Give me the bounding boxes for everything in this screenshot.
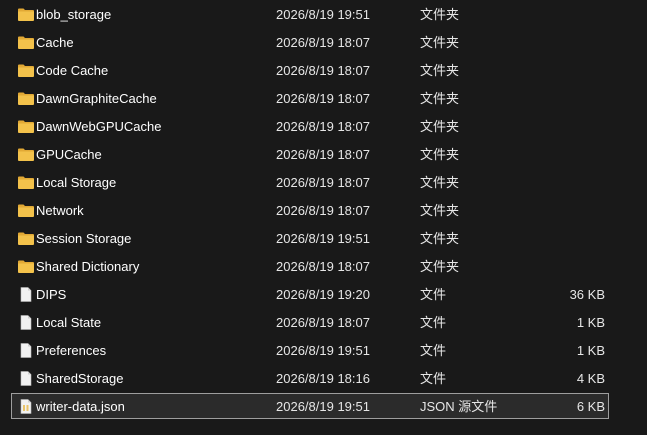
folder-icon [17, 203, 35, 218]
file-row[interactable]: Network 2026/8/19 18:07 文件夹 [11, 197, 609, 223]
file-name: Cache [36, 35, 74, 50]
file-name: GPUCache [36, 147, 102, 162]
file-modified-date: 2026/8/19 18:07 [276, 259, 370, 274]
file-icon [17, 371, 35, 386]
file-icon [17, 315, 35, 330]
file-type: 文件 [420, 343, 447, 358]
file-modified-date: 2026/8/19 18:07 [276, 63, 370, 78]
folder-icon [17, 231, 35, 246]
file-modified-date: 2026/8/19 19:51 [276, 231, 370, 246]
file-type: 文件 [420, 287, 447, 302]
file-modified-date: 2026/8/19 18:07 [276, 203, 370, 218]
file-type: 文件夹 [420, 119, 460, 134]
file-modified-date: 2026/8/19 19:51 [276, 7, 370, 22]
file-row[interactable]: Code Cache 2026/8/19 18:07 文件夹 [11, 57, 609, 83]
json-file-icon [17, 399, 35, 414]
file-modified-date: 2026/8/19 18:07 [276, 119, 370, 134]
folder-icon [17, 175, 35, 190]
folder-icon [17, 35, 35, 50]
file-size: 36 KB [569, 287, 605, 302]
file-name: DawnWebGPUCache [36, 119, 162, 134]
file-type: 文件夹 [420, 7, 460, 22]
folder-icon [17, 7, 35, 22]
file-row[interactable]: Preferences 2026/8/19 19:51 文件 1 KB [11, 337, 609, 363]
folder-icon [17, 63, 35, 78]
file-modified-date: 2026/8/19 18:07 [276, 175, 370, 190]
file-name: Preferences [36, 343, 107, 358]
file-modified-date: 2026/8/19 18:07 [276, 315, 370, 330]
file-name: Shared Dictionary [36, 259, 140, 274]
file-modified-date: 2026/8/19 19:51 [276, 343, 370, 358]
file-type: 文件夹 [420, 203, 460, 218]
file-size: 1 KB [576, 315, 605, 330]
folder-icon [17, 91, 35, 106]
file-icon [17, 287, 35, 302]
file-row[interactable]: GPUCache 2026/8/19 18:07 文件夹 [11, 141, 609, 167]
file-name: writer-data.json [36, 399, 125, 414]
file-name: DawnGraphiteCache [36, 91, 157, 106]
file-name: Network [36, 203, 84, 218]
file-type: 文件夹 [420, 175, 460, 190]
file-modified-date: 2026/8/19 18:16 [276, 371, 370, 386]
file-type: JSON 源文件 [420, 399, 498, 414]
file-row[interactable]: DawnGraphiteCache 2026/8/19 18:07 文件夹 [11, 85, 609, 111]
file-name: Code Cache [36, 63, 109, 78]
file-name: SharedStorage [36, 371, 124, 386]
file-row[interactable]: DIPS 2026/8/19 19:20 文件 36 KB [11, 281, 609, 307]
file-name: Local State [36, 315, 102, 330]
file-row[interactable]: Local State 2026/8/19 18:07 文件 1 KB [11, 309, 609, 335]
file-row[interactable]: SharedStorage 2026/8/19 18:16 文件 4 KB [11, 365, 609, 391]
file-type: 文件夹 [420, 259, 460, 274]
file-name: DIPS [36, 287, 67, 302]
file-icon [17, 343, 35, 358]
file-name: blob_storage [36, 7, 112, 22]
file-type: 文件 [420, 371, 447, 386]
file-row[interactable]: Local Storage 2026/8/19 18:07 文件夹 [11, 169, 609, 195]
file-modified-date: 2026/8/19 18:07 [276, 35, 370, 50]
folder-icon [17, 119, 35, 134]
file-row[interactable]: writer-data.json 2026/8/19 19:51 JSON 源文件 6… [11, 393, 609, 419]
file-size: 1 KB [576, 343, 605, 358]
file-name: Session Storage [36, 231, 132, 246]
file-type: 文件夹 [420, 63, 460, 78]
file-row[interactable]: blob_storage 2026/8/19 19:51 文件夹 [11, 1, 609, 27]
file-type: 文件夹 [420, 231, 460, 246]
file-row[interactable]: Cache 2026/8/19 18:07 文件夹 [11, 29, 609, 55]
file-type: 文件 [420, 315, 447, 330]
file-size: 6 KB [576, 399, 605, 414]
file-row[interactable]: DawnWebGPUCache 2026/8/19 18:07 文件夹 [11, 113, 609, 139]
file-name: Local Storage [36, 175, 117, 190]
folder-icon [17, 147, 35, 162]
file-list: blob_storage 2026/8/19 19:51 文件夹 Cache 2026/… [0, 0, 647, 435]
folder-icon [17, 259, 35, 274]
file-modified-date: 2026/8/19 18:07 [276, 147, 370, 162]
file-row[interactable]: Session Storage 2026/8/19 19:51 文件夹 [11, 225, 609, 251]
file-size: 4 KB [576, 371, 605, 386]
file-modified-date: 2026/8/19 19:51 [276, 399, 370, 414]
file-type: 文件夹 [420, 147, 460, 162]
file-modified-date: 2026/8/19 19:20 [276, 287, 370, 302]
file-type: 文件夹 [420, 91, 460, 106]
file-modified-date: 2026/8/19 18:07 [276, 91, 370, 106]
file-row[interactable]: Shared Dictionary 2026/8/19 18:07 文件夹 [11, 253, 609, 279]
file-type: 文件夹 [420, 35, 460, 50]
